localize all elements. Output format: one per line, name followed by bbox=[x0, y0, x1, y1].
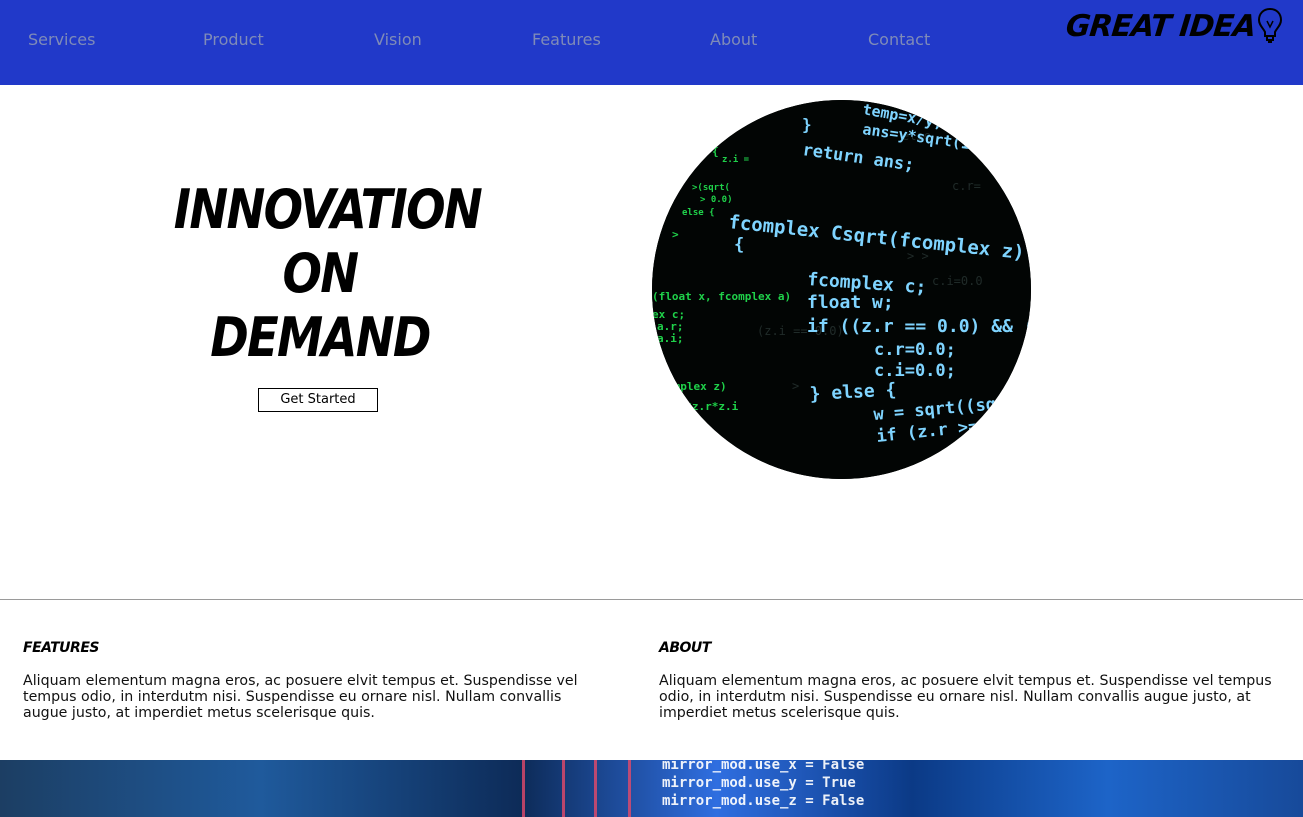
logo-text: GREAT IDEA bbox=[1064, 8, 1258, 44]
light-streak bbox=[628, 760, 631, 817]
svg-text:omplex z): omplex z) bbox=[667, 380, 727, 393]
light-streak bbox=[522, 760, 525, 817]
svg-text:else {: else { bbox=[682, 208, 715, 218]
svg-text:>: > bbox=[792, 379, 799, 393]
about-body: Aliquam elementum magna eros, ac posuere… bbox=[659, 673, 1272, 721]
code-image-graphic: else c.r= > > c.i=0.0 (z.i == 0.0) > els… bbox=[652, 100, 1031, 479]
get-started-button[interactable]: Get Started bbox=[258, 388, 378, 412]
svg-text:=x*z.r*z.i: =x*z.r*z.i bbox=[672, 400, 739, 413]
svg-text:>: > bbox=[672, 228, 679, 241]
svg-text:(float x, fcomplex a): (float x, fcomplex a) bbox=[652, 290, 791, 303]
nav-about[interactable]: About bbox=[710, 30, 757, 49]
code-line: float w; bbox=[807, 292, 894, 313]
code-line: if ((z.r == 0.0) && (z.i == 0.0)) bbox=[807, 316, 1031, 337]
top-navbar: Services Product Vision Features About C… bbox=[0, 0, 1303, 85]
footer-code-line: mirror_mod.use_y = True bbox=[662, 775, 856, 791]
svg-text:{: { bbox=[712, 145, 719, 158]
brand-logo[interactable]: GREAT IDEA bbox=[1064, 6, 1283, 46]
section-divider bbox=[0, 599, 1303, 600]
code-line: c.i=0.0; bbox=[874, 361, 956, 381]
svg-text:c.r=: c.r= bbox=[952, 179, 981, 193]
code-line: { bbox=[734, 235, 744, 255]
hero-title-line: DEMAND bbox=[210, 306, 431, 369]
svg-text:z.i =: z.i = bbox=[722, 154, 750, 165]
light-streak bbox=[562, 760, 565, 817]
light-streak bbox=[594, 760, 597, 817]
hero-title-line: ON bbox=[282, 242, 360, 305]
footer-code-line: mirror_mod.use_x = False bbox=[662, 760, 865, 773]
code-line: } bbox=[802, 115, 812, 134]
code-image: else c.r= > > c.i=0.0 (z.i == 0.0) > els… bbox=[652, 100, 1031, 479]
features-body: Aliquam elementum magna eros, ac posuere… bbox=[23, 673, 578, 721]
about-heading: ABOUT bbox=[659, 640, 711, 656]
features-heading: FEATURES bbox=[23, 640, 99, 656]
svg-text:> 0.0): > 0.0) bbox=[700, 195, 733, 205]
nav-features[interactable]: Features bbox=[532, 30, 601, 49]
footer-code-image: mirror_mod.use_x = False mirror_mod.use_… bbox=[0, 760, 1303, 817]
hero-title-line: INNOVATION bbox=[173, 178, 483, 241]
nav-product[interactable]: Product bbox=[203, 30, 264, 49]
hero-title: INNOVATION ON DEMAND bbox=[173, 178, 483, 370]
lightbulb-icon bbox=[1258, 7, 1283, 43]
svg-text:else: else bbox=[972, 439, 1001, 453]
nav-vision[interactable]: Vision bbox=[374, 30, 422, 49]
svg-text:c.i=0.0: c.i=0.0 bbox=[932, 274, 983, 288]
svg-text:>(sqrt(: >(sqrt( bbox=[692, 183, 730, 193]
nav-contact[interactable]: Contact bbox=[868, 30, 930, 49]
svg-text:a.i;: a.i; bbox=[657, 332, 684, 345]
nav-services[interactable]: Services bbox=[28, 30, 95, 49]
code-line: c.r=0.0; bbox=[874, 340, 956, 360]
footer-code-line: mirror_mod.use_z = False bbox=[662, 793, 865, 809]
svg-text:z.r*z.r: z.r*z.r bbox=[662, 434, 713, 448]
